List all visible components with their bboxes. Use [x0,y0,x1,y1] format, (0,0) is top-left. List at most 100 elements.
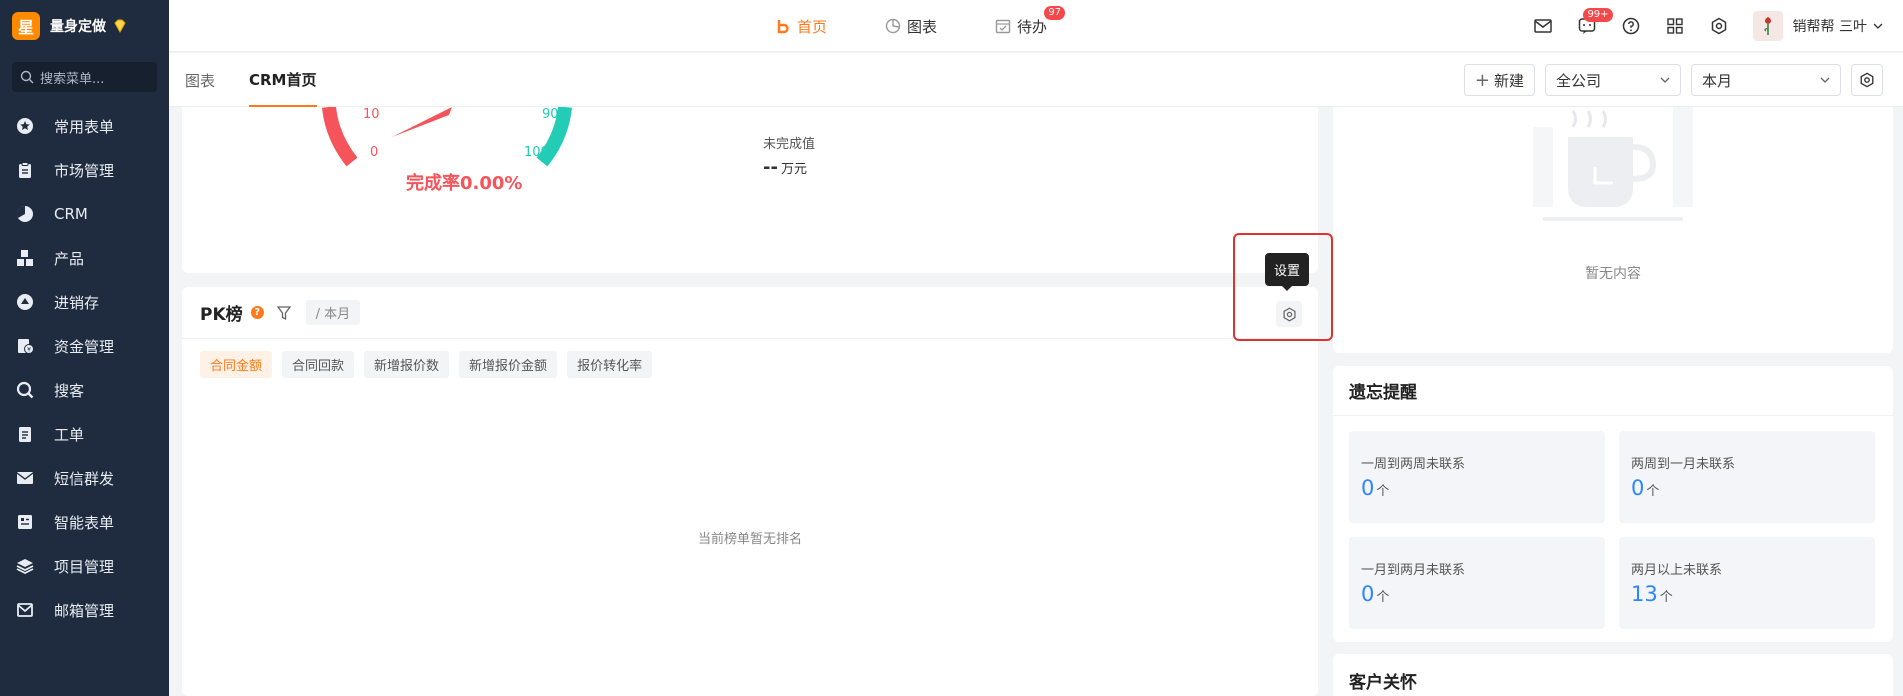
menu-search-placeholder: 搜索菜单... [40,71,105,87]
brand[interactable]: 星 量身定做 [0,0,169,52]
settings-gear-icon[interactable] [1709,16,1729,36]
apps-grid-icon[interactable] [1665,16,1685,36]
star-icon [16,117,34,135]
search-icon [20,70,34,84]
nav-todo-label: 待办 [1017,17,1048,36]
memo-box-2-weeks-1-month[interactable]: 两周到一月未联系 0个 [1619,431,1875,523]
top-nav: 首页 图表 待办 97 [775,0,1105,52]
right-top-empty-text: 暂无内容 [1585,266,1641,282]
pk-period-tag: / 本月 [305,300,361,325]
nav-home[interactable]: 首页 [775,16,827,37]
sidebar-item-ticket[interactable]: 工单 [0,412,169,456]
pk-tabs: 合同金额 合同回款 新增报价数 新增报价金额 报价转化率 [182,339,1318,378]
sidebar-item-sms[interactable]: 短信群发 [0,456,169,500]
memo-label: 两月以上未联系 [1631,563,1723,578]
chevron-down-icon [1873,23,1883,29]
nav-charts[interactable]: 图表 [885,16,937,37]
gauge-tick-100: 100 [524,145,549,160]
gauge-tick-90: 90 [542,107,559,122]
menu-search-input[interactable]: 搜索菜单... [12,62,157,92]
memo-grid: 一周到两周未联系 0个 两周到一月未联系 0个 一月到两月未联系 0个 两月以上… [1349,431,1877,629]
sidebar-item-search-customer[interactable]: 搜客 [0,368,169,412]
memo-box-1-2-weeks[interactable]: 一周到两周未联系 0个 [1349,431,1605,523]
unfinished-value: -- 万元 [763,157,807,178]
sidebar-item-market[interactable]: 市场管理 [0,148,169,192]
memo-box-1-2-months[interactable]: 一月到两月未联系 0个 [1349,537,1605,629]
new-button[interactable]: + 新建 [1463,64,1535,96]
pk-header: PK榜 ? / 本月 [182,287,1318,339]
sidebar-item-label: 工单 [54,425,85,444]
brand-name: 量身定做 [50,19,106,35]
clipboard-icon [16,161,34,179]
tab-crm-home[interactable]: CRM首页 [249,53,317,107]
home-b-icon [777,20,789,34]
warehouse-icon [16,293,34,311]
message-count-badge: 99+ [1583,8,1613,22]
user-avatar[interactable] [1752,11,1783,41]
pk-tab-new-quote-amount[interactable]: 新增报价金额 [459,351,558,378]
sidebar-item-finance[interactable]: ¥ 资金管理 [0,324,169,368]
pk-tab-contract-amount[interactable]: 合同金额 [200,351,273,378]
sidebar-item-crm[interactable]: CRM [0,192,169,236]
form-icon [16,513,34,531]
pk-tab-new-quote-count[interactable]: 新增报价数 [364,351,450,378]
sidebar-item-label: 短信群发 [54,469,115,488]
search-icon [16,381,34,399]
sidebar-item-smart-form[interactable]: 智能表单 [0,500,169,544]
period-select[interactable]: 本月 [1691,64,1841,96]
memo-label: 一月到两月未联系 [1361,563,1466,578]
completion-rate: 完成率0.00% [406,173,523,194]
top-right-tools: 99+ 销帮帮 三叶 [1509,0,1883,52]
brand-logo: 星 [12,12,40,40]
message-icon[interactable]: 99+ [1577,8,1613,36]
memo-number: 0 [1361,476,1375,500]
sidebar-item-label: 搜客 [54,381,85,400]
memo-unit: 个 [1376,484,1390,499]
sub-actions: + 新建 全公司 本月 [1463,64,1883,96]
tab-charts[interactable]: 图表 [185,53,215,107]
chevron-down-icon [1660,77,1670,83]
sidebar-item-common-forms[interactable]: 常用表单 [0,104,169,148]
filter-icon[interactable] [276,305,292,321]
pk-tab-contract-payment[interactable]: 合同回款 [282,351,355,378]
memo-value: 13 个 [1631,582,1875,606]
sidebar-item-label: 项目管理 [54,557,115,576]
sidebar-item-label: 资金管理 [54,337,115,356]
scope-select[interactable]: 全公司 [1545,64,1681,96]
settings-tooltip: 设置 [1265,253,1310,291]
memo-value: 0个 [1361,476,1605,500]
nav-home-label: 首页 [797,17,828,36]
sidebar-menu: 常用表单 市场管理 CRM 产品 进销存 ¥ 资金管理 搜客 工单 短信群发 智… [0,104,169,632]
sidebar-item-email[interactable]: 邮箱管理 [0,588,169,632]
money-icon: ¥ [16,337,34,355]
care-title: 客户关怀 [1349,673,1417,693]
memo-number: 0 [1631,476,1645,500]
memo-box-over-2-months[interactable]: 两月以上未联系 13 个 [1619,537,1875,629]
sidebar-item-inventory[interactable]: 进销存 [0,280,169,324]
pk-settings-button[interactable] [1276,301,1302,327]
todo-count-badge: 97 [1044,5,1066,20]
sidebar-item-label: CRM [54,205,88,223]
memo-label: 两周到一月未联系 [1631,457,1736,472]
scope-select-value: 全公司 [1556,71,1602,90]
pk-title: PK榜 [200,305,243,325]
sidebar-item-product[interactable]: 产品 [0,236,169,280]
pk-empty-text: 当前榜单暂无排名 [697,532,802,547]
memo-value: 0个 [1631,476,1875,500]
page-settings-button[interactable] [1851,64,1883,96]
layers-icon [16,557,34,575]
memo-number: 13 [1631,582,1658,606]
pk-tab-quote-conversion[interactable]: 报价转化率 [567,351,653,378]
help-icon[interactable] [1621,16,1641,36]
mail-icon[interactable] [1533,16,1553,36]
sidebar-item-project[interactable]: 项目管理 [0,544,169,588]
help-icon[interactable]: ? [250,306,264,319]
sidebar-item-label: 智能表单 [54,513,115,532]
unfinished-number: -- [763,157,778,178]
user-menu[interactable]: 销帮帮 三叶 [1793,16,1883,36]
memo-unit: 个 [1376,590,1390,605]
sub-tabs-bar: 图表 CRM首页 + 新建 全公司 本月 [169,53,1903,107]
nav-todo[interactable]: 待办 97 [995,5,1066,37]
chevron-down-icon [1820,77,1830,83]
memo-value: 0个 [1361,582,1605,606]
